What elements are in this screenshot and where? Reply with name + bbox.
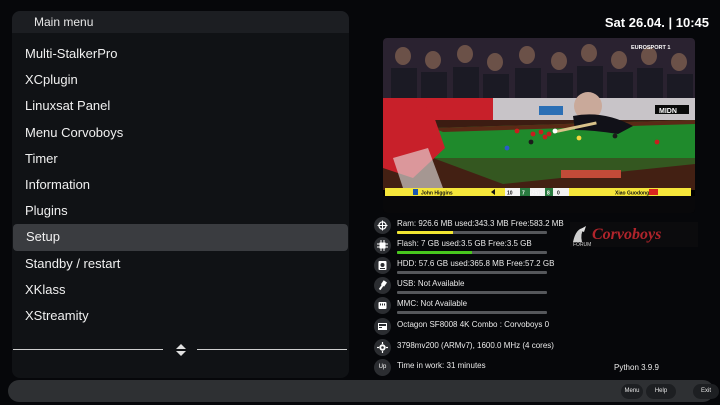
python-version: Python 3.9.9 — [614, 363, 659, 372]
scoreboard-frames-total: (25) — [530, 191, 539, 197]
menu-list: Multi-StalkerPro XCplugin Linuxsat Panel… — [12, 41, 349, 329]
menu-item-xklass[interactable]: XKlass — [12, 277, 349, 303]
mmc-usage-bar — [397, 311, 547, 314]
scoreboard-frames-p1: 7 — [522, 191, 525, 197]
scoreboard-player2-score: 0 — [557, 191, 560, 197]
menu-divider-left — [13, 349, 163, 350]
bottom-button-bar: Menu Help Exit — [8, 380, 719, 402]
menu-item-timer[interactable]: Timer — [12, 146, 349, 172]
scoreboard-player1: John Higgins — [421, 191, 453, 197]
flash-label: Flash: 7 GB used:3.5 GB Free:3.5 GB — [397, 239, 532, 248]
svg-text:FORUM: FORUM — [573, 242, 591, 247]
model-label: Octagon SF8008 4K Combo : Corvoboys 0 — [397, 320, 550, 329]
help-button[interactable]: Help — [646, 384, 676, 399]
scroll-up-down-icon[interactable] — [174, 344, 188, 356]
ram-icon — [374, 217, 391, 234]
svg-text:Corvoboys: Corvoboys — [592, 226, 661, 243]
svg-text:MIDN: MIDN — [659, 108, 677, 115]
uptime-badge-text: Up — [378, 364, 387, 370]
cpu-label: 3798mv200 (ARMv7), 1600.0 MHz (4 cores) — [397, 341, 554, 350]
hdd-label: HDD: 57.6 GB used:365.8 MB Free:57.2 GB — [397, 259, 555, 268]
clock: Sat 26.04. | 10:45 — [604, 15, 709, 30]
scoreboard-frames-p2: 8 — [547, 191, 550, 197]
usb-icon — [374, 277, 391, 294]
hdd-usage-bar — [397, 271, 547, 274]
main-menu-panel: Main menu Multi-StalkerPro XCplugin Linu… — [12, 11, 349, 378]
menu-title: Main menu — [34, 15, 94, 29]
usb-label: USB: Not Available — [397, 279, 465, 288]
receiver-icon — [374, 318, 391, 335]
flash-usage-bar — [397, 251, 547, 254]
menu-item-information[interactable]: Information — [12, 172, 349, 198]
ram-label: Ram: 926.6 MB used:343.3 MB Free:583.2 M… — [397, 219, 564, 228]
uptime-label: Time in work: 31 minutes — [397, 361, 486, 370]
exit-button[interactable]: Exit — [693, 384, 719, 399]
menu-item-menu-corvoboys[interactable]: Menu Corvoboys — [12, 120, 349, 146]
flash-chip-icon — [374, 237, 391, 254]
scoreboard-player2: Xiao Guodong — [615, 191, 649, 197]
uptime-badge: Up — [374, 359, 391, 376]
menu-item-linuxsat-panel[interactable]: Linuxsat Panel — [12, 93, 349, 119]
menu-item-standby-restart[interactable]: Standby / restart — [12, 251, 349, 277]
mmc-label: MMC: Not Available — [397, 299, 468, 308]
menu-button[interactable]: Menu — [621, 384, 643, 399]
ram-usage-bar — [397, 231, 547, 234]
channel-logo: EUROSPORT 1 — [631, 45, 670, 51]
hdd-icon — [374, 257, 391, 274]
menu-header: Main menu — [12, 11, 349, 33]
menu-item-multi-stalkerpro[interactable]: Multi-StalkerPro — [12, 41, 349, 67]
corvoboys-logo: Corvoboys FORUM — [570, 222, 698, 248]
mmc-icon — [374, 297, 391, 314]
usb-usage-bar — [397, 291, 547, 294]
menu-item-xcplugin[interactable]: XCplugin — [12, 67, 349, 93]
scoreboard-player1-score: 10 — [507, 191, 513, 197]
menu-item-xstreamity[interactable]: XStreamity — [12, 303, 349, 329]
video-preview[interactable]: MIDN EUROSPORT 1 John Higgins 10 7 (25) … — [383, 38, 695, 213]
cpu-icon — [374, 339, 391, 356]
menu-item-plugins[interactable]: Plugins — [12, 198, 349, 224]
menu-item-setup[interactable]: Setup — [13, 224, 348, 251]
menu-divider-right — [197, 349, 347, 350]
